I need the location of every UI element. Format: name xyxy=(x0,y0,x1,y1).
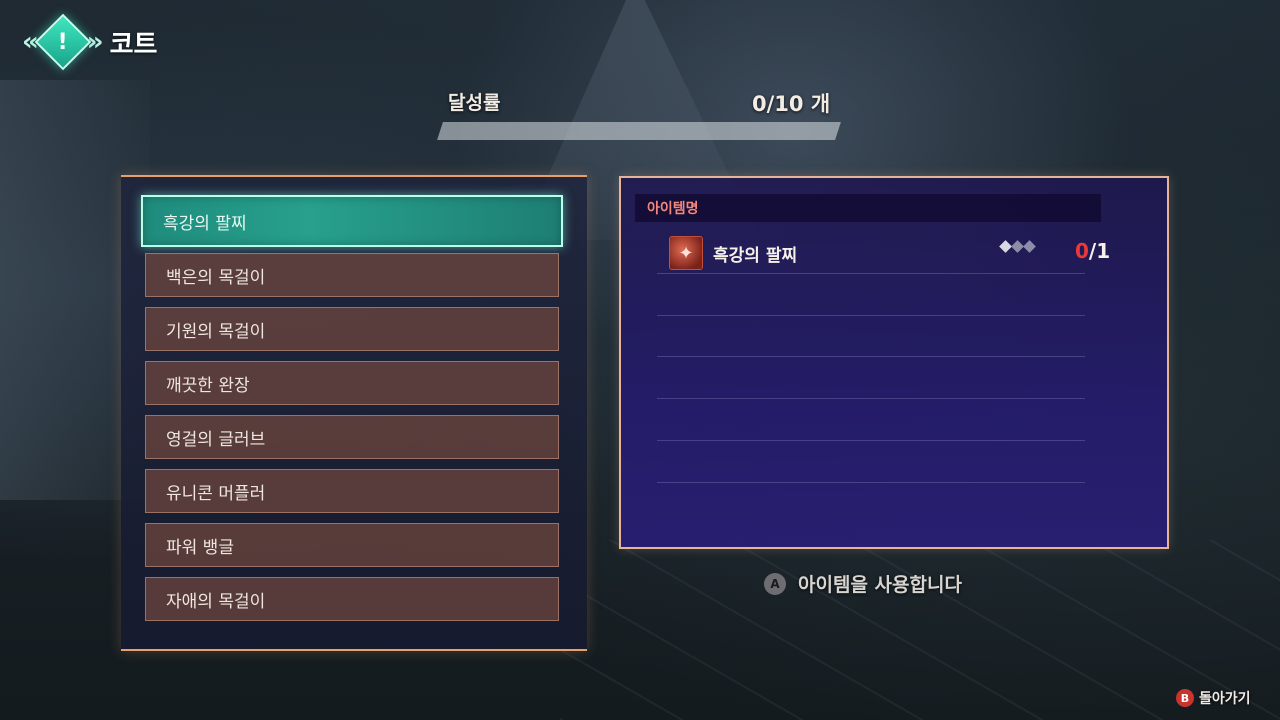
row-divider xyxy=(657,398,1085,399)
exclamation-icon: ! xyxy=(57,29,68,55)
b-button-icon: B xyxy=(1176,689,1194,707)
list-item[interactable]: 백은의 목걸이 xyxy=(145,253,559,297)
list-item[interactable]: 깨끗한 완장 xyxy=(145,361,559,405)
rarity-gem-icon xyxy=(999,240,1012,253)
list-item-label: 백은의 목걸이 xyxy=(166,267,266,288)
bird-emblem-icon: ✦ xyxy=(669,236,703,270)
rarity-gem-icon xyxy=(1011,240,1024,253)
progress-bar-fill xyxy=(437,122,443,140)
a-button-icon: A xyxy=(764,572,786,595)
item-count-have: 0 xyxy=(1075,239,1089,263)
back-hint-text: 돌아가기 xyxy=(1199,691,1251,707)
back-hint[interactable]: B 돌아가기 xyxy=(1176,688,1251,708)
page-header: « ! » 코트 xyxy=(22,13,158,71)
list-item[interactable]: 파워 뱅글 xyxy=(145,523,559,567)
detail-header: 아이템명 xyxy=(635,194,1101,222)
list-item[interactable]: 흑강의 팔찌 xyxy=(141,195,563,247)
row-divider xyxy=(657,273,1085,274)
progress-label: 달성률 xyxy=(448,92,501,114)
list-item-label: 영걸의 글러브 xyxy=(166,429,266,450)
required-item-name: 흑강의 팔찌 xyxy=(713,245,798,266)
page-title: 코트 xyxy=(109,29,158,60)
item-detail-panel: 아이템명 ✦ 흑강의 팔찌 0/1 xyxy=(619,176,1169,549)
row-divider xyxy=(657,356,1085,357)
row-divider xyxy=(657,482,1085,483)
list-item-label: 자애의 목걸이 xyxy=(166,591,266,612)
progress-count: 0/10 개 xyxy=(752,92,831,116)
list-item-label: 기원의 목걸이 xyxy=(166,321,266,342)
alert-diamond-icon: ! xyxy=(34,13,92,71)
item-count-need: /1 xyxy=(1088,239,1111,263)
item-list-panel: 흑강의 팔찌 백은의 목걸이 기원의 목걸이 깨끗한 완장 영걸의 글러브 유니… xyxy=(121,175,587,651)
rarity-gem-icon xyxy=(1023,240,1036,253)
list-item-label: 깨끗한 완장 xyxy=(166,375,250,396)
use-item-hint-text: 아이템을 사용합니다 xyxy=(798,574,962,596)
list-item[interactable]: 자애의 목걸이 xyxy=(145,577,559,621)
required-item-row[interactable]: ✦ 흑강의 팔찌 0/1 xyxy=(669,235,1129,271)
list-item[interactable]: 영걸의 글러브 xyxy=(145,415,559,459)
list-item[interactable]: 기원의 목걸이 xyxy=(145,307,559,351)
background-floor xyxy=(560,540,1280,720)
progress-bar xyxy=(437,122,841,140)
rarity-indicator xyxy=(999,240,1036,253)
list-item-label: 흑강의 팔찌 xyxy=(163,213,247,234)
row-divider xyxy=(657,440,1085,441)
list-item-label: 파워 뱅글 xyxy=(166,537,234,558)
row-divider xyxy=(657,315,1085,316)
list-item-label: 유니콘 머플러 xyxy=(166,483,266,504)
list-item[interactable]: 유니콘 머플러 xyxy=(145,469,559,513)
use-item-hint[interactable]: A 아이템을 사용합니다 xyxy=(764,570,962,597)
item-count: 0/1 xyxy=(1075,239,1110,263)
